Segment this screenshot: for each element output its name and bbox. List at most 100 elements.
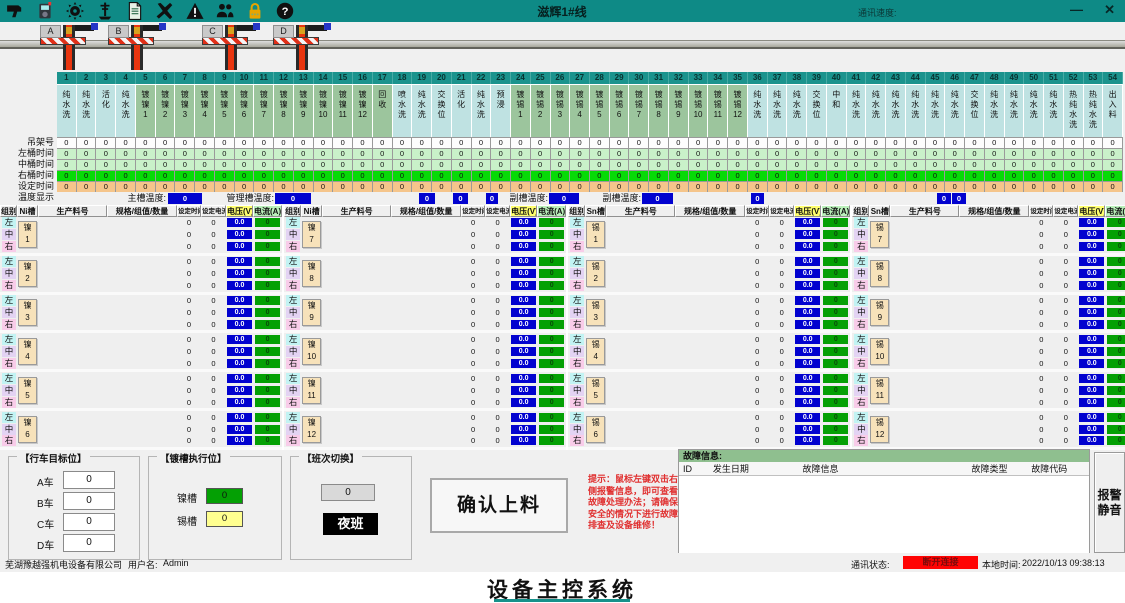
process-cell: 0 bbox=[491, 148, 511, 159]
process-cell: 0 bbox=[669, 170, 689, 181]
process-cell: 0 bbox=[215, 159, 235, 170]
current-value: 0 bbox=[823, 242, 848, 251]
spec-value bbox=[675, 397, 745, 408]
process-cell: 0 bbox=[570, 170, 590, 181]
voltage-value: 0.0 bbox=[511, 386, 536, 395]
voltage-value: 0.0 bbox=[795, 386, 820, 395]
position-label: 左 bbox=[2, 412, 16, 423]
set-current-value: 0 bbox=[769, 346, 794, 357]
column-number: 34 bbox=[708, 72, 728, 84]
part-number-column bbox=[890, 295, 959, 331]
users-icon[interactable] bbox=[216, 2, 234, 20]
part-number-value bbox=[606, 334, 675, 345]
scanner-gun-icon[interactable] bbox=[6, 2, 24, 20]
voltage-value: 0.0 bbox=[1079, 320, 1104, 329]
close-button[interactable]: ✕ bbox=[1104, 2, 1115, 18]
set-current-value: 0 bbox=[485, 435, 510, 446]
crane-base bbox=[108, 37, 154, 45]
process-column: 6镀 镍 200000 bbox=[156, 72, 176, 192]
night-shift-button[interactable]: 夜班 bbox=[323, 513, 378, 535]
position-label: 左 bbox=[854, 334, 868, 345]
part-number-value bbox=[606, 346, 675, 357]
voltage-column: 0.00.00.0 bbox=[1078, 411, 1105, 447]
part-number-value bbox=[606, 373, 675, 384]
tank-column-name: 镀 锡 8 bbox=[649, 84, 669, 137]
set-time-value: 0 bbox=[461, 435, 485, 446]
spec-column bbox=[391, 295, 461, 331]
process-column: 41纯 水 洗00000 bbox=[847, 72, 867, 192]
crane-target-input[interactable]: 0 bbox=[63, 492, 115, 510]
set-current-value: 0 bbox=[485, 217, 510, 228]
position-label: 右 bbox=[286, 241, 300, 252]
current-column: 000 bbox=[1105, 295, 1125, 331]
process-cell: 0 bbox=[590, 170, 610, 181]
column-number: 52 bbox=[1064, 72, 1084, 84]
set-current-value: 0 bbox=[1053, 397, 1078, 408]
position-label: 右 bbox=[570, 397, 584, 408]
spec-column bbox=[107, 372, 177, 408]
process-cell: 0 bbox=[945, 148, 965, 159]
set-time-header: 设定时间 bbox=[177, 205, 201, 217]
crane-target-input[interactable]: 0 bbox=[63, 534, 115, 552]
set-current-value: 0 bbox=[1053, 241, 1078, 252]
alarm-mute-button[interactable]: 报警 静音 bbox=[1094, 452, 1125, 553]
set-time-value: 0 bbox=[1029, 280, 1053, 291]
process-cell: 0 bbox=[1024, 181, 1044, 192]
part-number-value bbox=[890, 295, 959, 306]
position-column: 左中右 bbox=[284, 295, 301, 331]
set-current-value: 0 bbox=[201, 229, 226, 240]
gear-icon[interactable] bbox=[66, 2, 84, 20]
tools-icon[interactable] bbox=[156, 2, 174, 20]
process-cell: 0 bbox=[472, 170, 492, 181]
process-cell: 0 bbox=[945, 181, 965, 192]
document-icon[interactable] bbox=[126, 2, 144, 20]
spec-column bbox=[959, 217, 1029, 253]
lock-icon[interactable] bbox=[246, 2, 264, 20]
spec-value bbox=[959, 373, 1029, 384]
set-current-value: 0 bbox=[485, 295, 510, 306]
column-number: 31 bbox=[649, 72, 669, 84]
current-column: 000 bbox=[253, 411, 282, 447]
current-column: 000 bbox=[253, 295, 282, 331]
multimeter-icon[interactable] bbox=[36, 2, 54, 20]
voltage-value: 0.0 bbox=[227, 320, 252, 329]
spec-column bbox=[959, 295, 1029, 331]
voltage-value: 0.0 bbox=[795, 242, 820, 251]
set-time-value: 0 bbox=[461, 385, 485, 396]
process-cell: 0 bbox=[274, 137, 294, 148]
current-value: 0 bbox=[255, 218, 280, 227]
process-column: 40中 和00000 bbox=[827, 72, 847, 192]
process-cell: 0 bbox=[254, 181, 274, 192]
tank-column-name: 纯 水 洗 bbox=[926, 84, 946, 137]
set-current-column: 000 bbox=[201, 372, 226, 408]
process-cell: 0 bbox=[965, 148, 985, 159]
process-cell: 0 bbox=[906, 137, 926, 148]
spec-column bbox=[391, 256, 461, 292]
crane-target-input[interactable]: 0 bbox=[63, 513, 115, 531]
user-name: Admin bbox=[163, 558, 189, 568]
part-number-value bbox=[322, 397, 391, 408]
crane-target-input[interactable]: 0 bbox=[63, 471, 115, 489]
voltage-value: 0.0 bbox=[227, 359, 252, 368]
tank-label: 镍 1 bbox=[18, 221, 37, 248]
position-column: 左中右 bbox=[568, 295, 585, 331]
confirm-loading-button[interactable]: 确认上料 bbox=[430, 478, 568, 533]
help-icon[interactable]: ? bbox=[276, 2, 294, 20]
voltage-value: 0.0 bbox=[795, 257, 820, 266]
spec-value bbox=[107, 319, 177, 330]
warning-icon[interactable] bbox=[186, 2, 204, 20]
tank-type-header: Sn槽 bbox=[869, 205, 890, 217]
voltage-value: 0.0 bbox=[511, 320, 536, 329]
column-number: 26 bbox=[551, 72, 571, 84]
fault-table-body[interactable] bbox=[679, 476, 1089, 553]
process-cell: 0 bbox=[866, 170, 886, 181]
voltage-column: 0.00.00.0 bbox=[226, 333, 253, 369]
spec-value bbox=[107, 358, 177, 369]
spec-value bbox=[107, 412, 177, 423]
minimize-button[interactable]: — bbox=[1070, 2, 1083, 17]
voltage-value: 0.0 bbox=[511, 269, 536, 278]
level-probe-icon[interactable] bbox=[96, 2, 114, 20]
process-cell: 0 bbox=[1005, 159, 1025, 170]
current-value: 0 bbox=[1107, 296, 1125, 305]
position-label: 右 bbox=[854, 435, 868, 446]
